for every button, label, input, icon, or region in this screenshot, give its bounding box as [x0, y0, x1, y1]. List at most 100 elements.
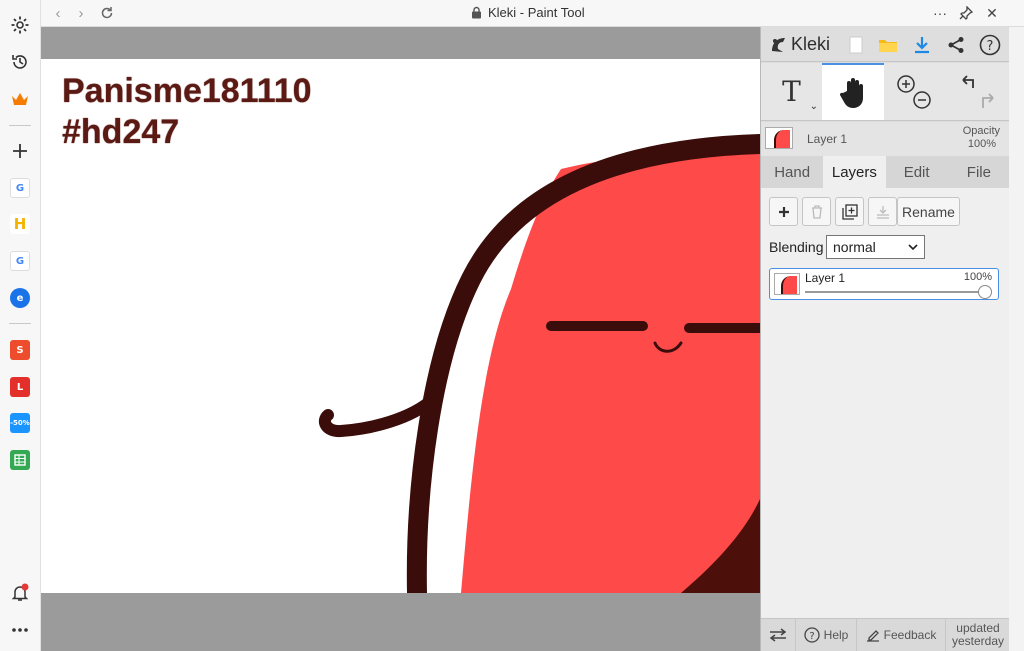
forward-icon[interactable]: › [72, 4, 90, 22]
tab-file[interactable]: File [948, 156, 1010, 188]
canvas-workspace[interactable]: Panisme181110 #hd247 [41, 27, 760, 651]
favorite-google[interactable]: G [6, 174, 34, 202]
hand-tool-button[interactable] [822, 63, 884, 120]
settings-icon[interactable] [6, 11, 34, 39]
add-icon[interactable] [6, 137, 34, 165]
swap-sides-button[interactable] [761, 619, 796, 651]
rename-button[interactable]: Rename [897, 197, 960, 226]
drawing-canvas[interactable]: Panisme181110 #hd247 [41, 59, 760, 593]
app-root: G H G e S L -50% ‹ › Kleki - Paint Tool … [0, 0, 1024, 651]
pin-icon[interactable] [956, 3, 976, 23]
blending-value: normal [833, 239, 876, 255]
opacity-value: 100% [967, 138, 996, 150]
duplicate-icon [841, 203, 858, 220]
notification-icon[interactable] [6, 579, 34, 607]
tool-row: T ⌄ [761, 63, 1010, 121]
tiki-icon: -50% [10, 413, 30, 433]
open-folder-icon[interactable] [877, 34, 899, 56]
feedback-icon [866, 630, 879, 642]
reload-icon[interactable] [98, 4, 116, 22]
chevron-down-icon [908, 244, 918, 250]
merge-layer-button[interactable] [868, 197, 897, 226]
share-icon[interactable] [945, 34, 967, 56]
favorite-sheets[interactable] [6, 446, 34, 474]
layer-opacity-slider-handle[interactable] [978, 285, 992, 299]
tab-layers[interactable]: Layers [823, 156, 886, 188]
sheets-icon [10, 450, 30, 470]
page-title-area: Kleki - Paint Tool [471, 5, 585, 20]
favorite-h-app[interactable]: H [6, 210, 34, 238]
page-title: Kleki - Paint Tool [488, 5, 585, 20]
favorite-google-2[interactable]: G [6, 247, 34, 275]
sidebar-divider [9, 125, 31, 126]
plus-icon [778, 206, 789, 217]
current-layer-name: Layer 1 [807, 132, 848, 146]
layer-item-opacity: 100% [963, 271, 992, 283]
layer-item-thumbnail [774, 273, 800, 295]
tab-edit[interactable]: Edit [886, 156, 948, 188]
browser-sidebar: G H G e S L -50% [0, 0, 41, 651]
updated-info[interactable]: updated yesterday [946, 619, 1010, 651]
more-options-icon[interactable]: ··· [930, 3, 950, 23]
duplicate-layer-button[interactable] [835, 197, 864, 226]
zoom-icons[interactable] [892, 72, 936, 112]
hand-icon [839, 77, 863, 108]
text-tool-icon: T [782, 75, 801, 108]
merge-down-icon [876, 205, 889, 219]
google-icon: G [10, 178, 30, 198]
lazada-icon: L [10, 377, 30, 397]
delete-layer-button[interactable] [802, 197, 831, 226]
panel-footer: ? Help Feedback updated yesterday [761, 618, 1010, 651]
blending-select[interactable]: normal [826, 235, 925, 259]
canvas-text-line2: #hd247 [62, 113, 180, 151]
help-label: Help [823, 628, 849, 642]
svg-text:?: ? [987, 39, 994, 54]
favorite-tiki[interactable]: -50% [6, 409, 34, 437]
canvas-text-line1: Panisme181110 [62, 72, 312, 110]
zoom-buttons [886, 63, 942, 120]
close-icon[interactable]: ✕ [982, 3, 1002, 23]
crown-icon[interactable] [6, 85, 34, 113]
layer-opacity-slider[interactable] [805, 291, 988, 293]
new-image-icon[interactable] [845, 34, 867, 56]
updated-line2: yesterday [951, 634, 1005, 648]
panel-header: Kleki ? [761, 27, 1010, 62]
google-icon: G [10, 251, 30, 271]
kleki-logo-icon [772, 37, 785, 52]
help-icon: ? [804, 627, 820, 643]
canvas-text: Panisme181110 #hd247 [62, 71, 312, 153]
h-app-icon: H [10, 214, 30, 234]
undo-redo-icons[interactable] [955, 72, 1001, 112]
favorite-shopee[interactable]: S [6, 336, 34, 364]
back-icon[interactable]: ‹ [49, 4, 67, 22]
blending-label: Blending [769, 239, 824, 255]
tab-hand[interactable]: Hand [761, 156, 823, 188]
trash-icon [811, 204, 822, 219]
current-layer-bar[interactable]: Layer 1 Opacity 100% [761, 122, 1010, 156]
layer-list-item[interactable]: Layer 1 100% [769, 268, 999, 300]
undo-redo-buttons [946, 63, 1010, 120]
kleki-logo[interactable]: Kleki [769, 34, 830, 55]
add-layer-button[interactable] [769, 197, 798, 226]
shopee-icon: S [10, 340, 30, 360]
help-circle-icon[interactable]: ? [979, 34, 1001, 56]
more-icon[interactable] [6, 616, 34, 644]
history-icon[interactable] [6, 48, 34, 76]
layer-item-name: Layer 1 [805, 271, 846, 285]
favorite-lazada[interactable]: L [6, 373, 34, 401]
background-window-strip [1009, 27, 1024, 651]
help-button[interactable]: ? Help [796, 619, 857, 651]
text-tool-button[interactable]: T ⌄ [761, 63, 822, 120]
feedback-button[interactable]: Feedback [857, 619, 946, 651]
opacity-label: Opacity [962, 125, 1000, 137]
layer-thumbnail [765, 127, 793, 149]
lock-icon [472, 6, 481, 19]
logo-text: Kleki [791, 34, 831, 54]
svg-text:?: ? [809, 631, 814, 642]
favorite-e-app[interactable]: e [6, 284, 34, 312]
chevron-down-icon: ⌄ [809, 101, 818, 112]
download-icon[interactable] [911, 34, 933, 56]
feedback-label: Feedback [883, 628, 937, 642]
kleki-panel: Kleki ? T ⌄ Layer 1 Opacity 100% Hand La… [760, 27, 1010, 651]
swap-icon [769, 628, 787, 642]
